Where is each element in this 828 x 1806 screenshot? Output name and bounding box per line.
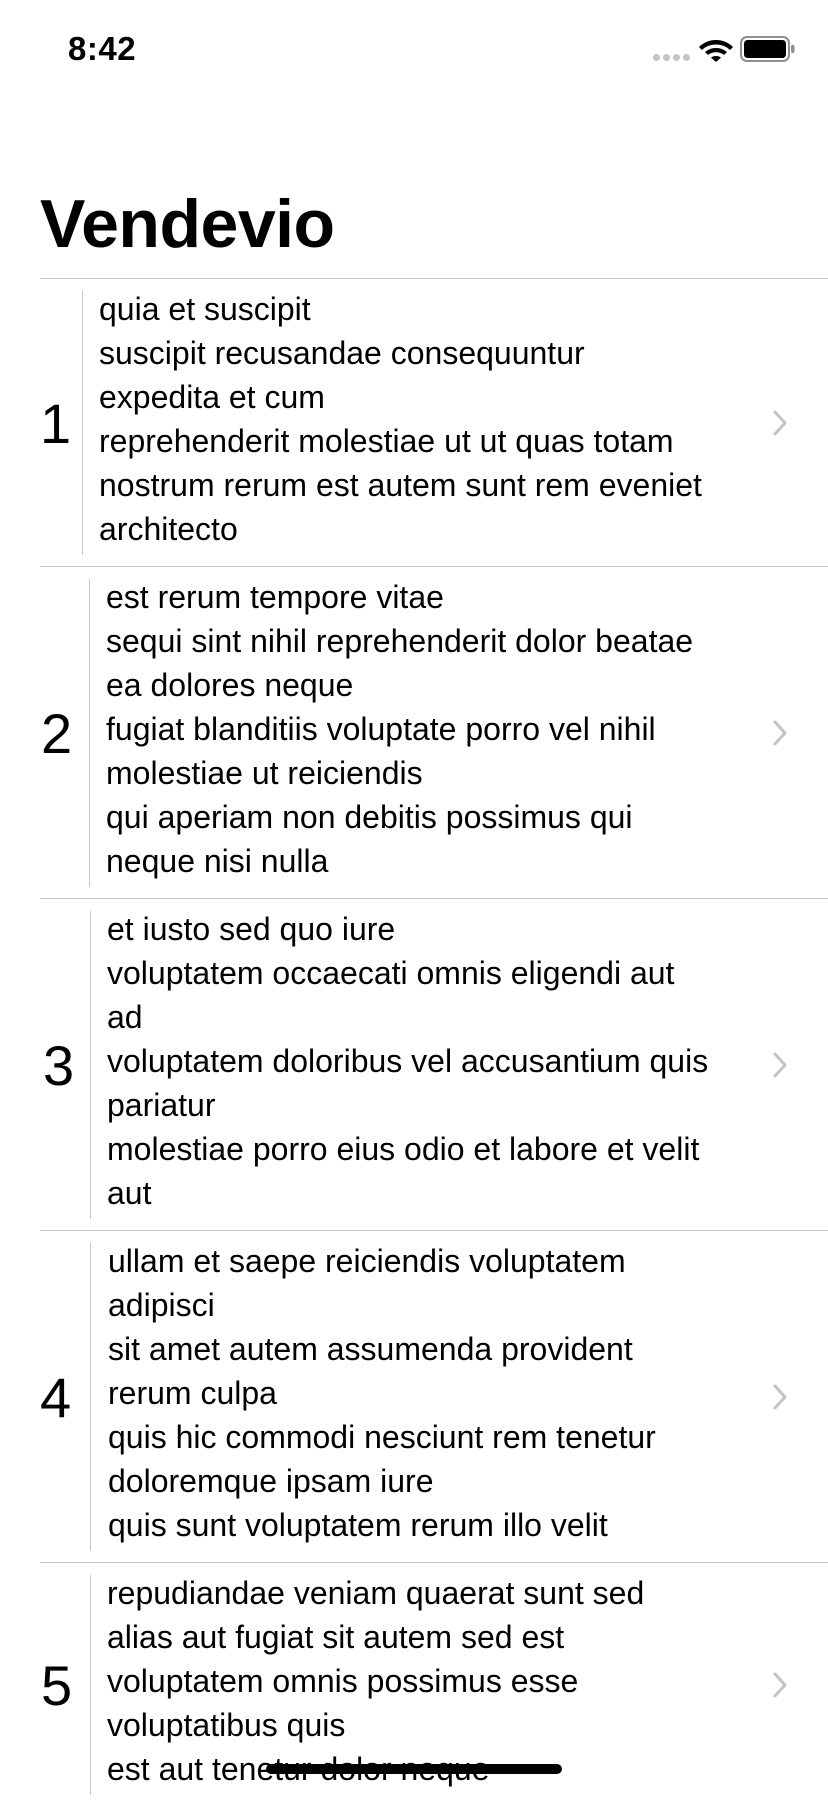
row-text-line: neque nisi nulla	[106, 843, 329, 879]
row-text-line: voluptatem omnis possimus esse	[107, 1663, 579, 1699]
row-text-line: doloremque ipsam iure	[108, 1463, 434, 1499]
home-indicator[interactable]	[266, 1764, 562, 1774]
row-text-line: voluptatibus quis	[107, 1707, 346, 1743]
row-number: 4	[40, 1366, 72, 1429]
row-text: ullam et saepe reiciendis voluptatem adip…	[108, 1239, 768, 1547]
row-text: est rerum tempore vitae sequi sint nihil …	[106, 575, 766, 883]
row-text-line: rerum culpa	[108, 1375, 277, 1411]
row-number: 2	[41, 702, 73, 765]
cellular-signal-icon	[653, 54, 691, 62]
row-text-line: aut	[107, 1175, 152, 1211]
row-text-line: sit amet autem assumenda provident	[108, 1331, 633, 1367]
status-time: 8:42	[68, 30, 137, 67]
row-number: 1	[40, 392, 72, 455]
row-divider	[90, 1575, 91, 1795]
chevron-right-icon	[773, 1384, 787, 1410]
row-divider	[90, 911, 91, 1219]
row-text-line: repudiandae veniam quaerat sunt sed	[107, 1575, 645, 1611]
row-text-line: alias aut fugiat sit autem sed est	[107, 1619, 565, 1655]
row-text-line: qui aperiam non debitis possimus qui	[106, 799, 633, 835]
list-item[interactable]: 3 et iusto sed quo iure voluptatem occaeca…	[40, 898, 828, 1230]
row-text-line: quis hic commodi nesciunt rem tenetur	[108, 1419, 656, 1455]
row-divider	[82, 291, 83, 555]
row-text-line: fugiat blanditiis voluptate porro vel ni…	[106, 711, 656, 747]
row-text-line: adipisci	[108, 1287, 215, 1323]
row-divider	[89, 579, 90, 887]
row-text-line: reprehenderit molestiae ut ut quas totam	[99, 423, 674, 459]
list-item[interactable]: 2 est rerum tempore vitae sequi sint nihil…	[40, 566, 828, 898]
chevron-right-icon	[773, 720, 787, 746]
row-text: et iusto sed quo iure voluptatem occaecat…	[107, 907, 767, 1215]
row-text-line: voluptatem occaecati omnis eligendi aut	[107, 955, 675, 991]
list-item[interactable]: 1 quia et suscipit suscipit recusandae con…	[40, 278, 828, 566]
row-text-line: expedita et cum	[99, 379, 325, 415]
chevron-right-icon	[773, 1052, 787, 1078]
row-text-line: et iusto sed quo iure	[107, 911, 396, 947]
row-text: repudiandae veniam quaerat sunt sed alias…	[107, 1571, 767, 1791]
row-text-line: architecto	[99, 511, 238, 547]
row-text-line: est rerum tempore vitae	[106, 579, 444, 615]
chevron-right-icon	[773, 410, 787, 436]
post-list: 1 quia et suscipit suscipit recusandae con…	[0, 278, 828, 1806]
row-text: quia et suscipit suscipit recusandae cons…	[99, 287, 759, 551]
row-text-line: ullam et saepe reiciendis voluptatem	[108, 1243, 626, 1279]
row-text-line: quia et suscipit	[99, 291, 311, 327]
row-text-line: molestiae porro eius odio et labore et v…	[107, 1131, 700, 1167]
battery-icon	[740, 36, 795, 62]
wifi-icon	[699, 40, 733, 62]
row-text-line: voluptatem doloribus vel accusantium qui…	[107, 1043, 709, 1079]
row-divider	[90, 1243, 91, 1551]
page-title: Vendevio	[40, 186, 335, 262]
row-text-line: suscipit recusandae consequuntur	[99, 335, 585, 371]
row-text-line: ad	[107, 999, 143, 1035]
row-text-line: nostrum rerum est autem sunt rem eveniet	[99, 467, 702, 503]
chevron-right-icon	[773, 1672, 787, 1698]
row-number: 5	[41, 1654, 73, 1717]
row-text-line: quis sunt voluptatem rerum illo velit	[108, 1507, 608, 1543]
row-number: 3	[43, 1034, 75, 1097]
row-text-line: ea dolores neque	[106, 667, 354, 703]
row-text-line: sequi sint nihil reprehenderit dolor bea…	[106, 623, 694, 659]
status-bar: 8:42	[0, 0, 828, 100]
row-text-line: molestiae ut reiciendis	[106, 755, 423, 791]
row-text-line: pariatur	[107, 1087, 216, 1123]
list-item[interactable]: 4 ullam et saepe reiciendis voluptatem adi…	[40, 1230, 828, 1562]
